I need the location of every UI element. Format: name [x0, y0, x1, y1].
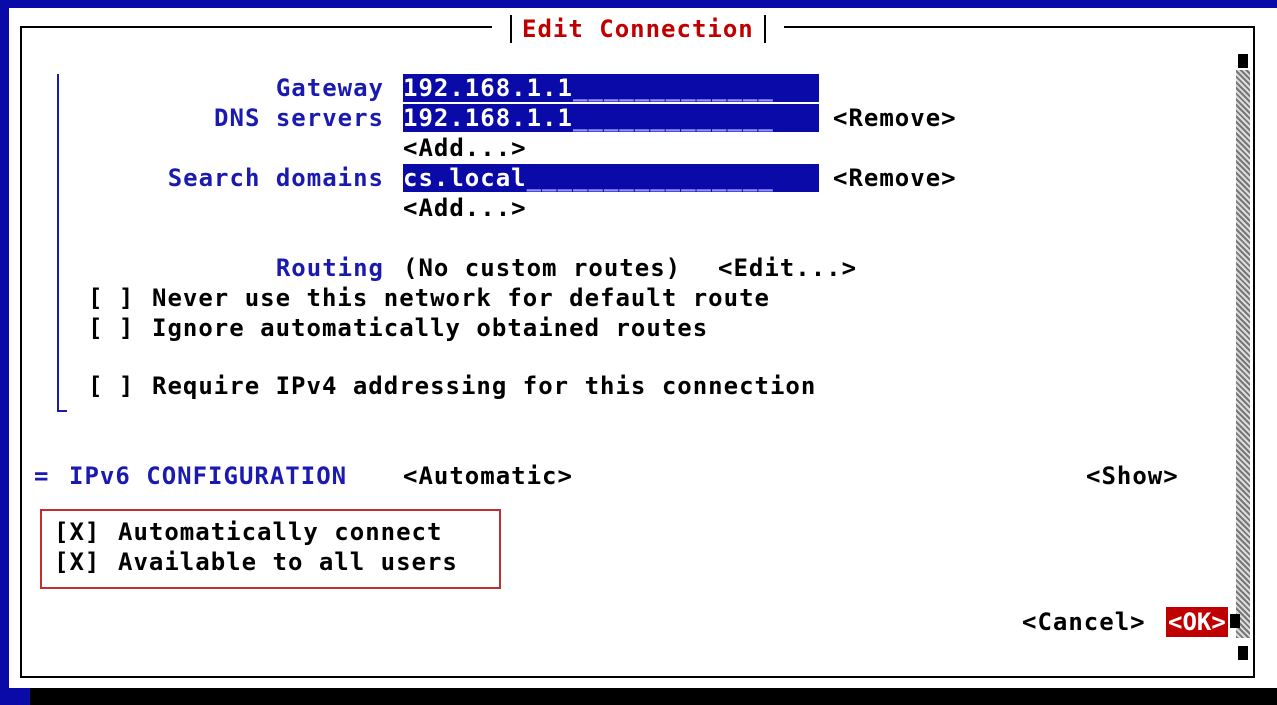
background-left — [0, 0, 9, 705]
never-default-route-box: [ ] — [88, 284, 135, 312]
ok-button[interactable]: <OK> — [1166, 607, 1228, 637]
ipv6-collapse-marker[interactable]: = — [34, 461, 49, 491]
auto-connect-label: Automatically connect — [118, 518, 443, 546]
ipv4-section-bracket-foot — [57, 410, 67, 412]
never-default-route-label: Never use this network for default route — [152, 284, 770, 312]
ipv6-show-button[interactable]: <Show> — [1086, 461, 1179, 491]
vertical-scrollbar[interactable] — [1236, 70, 1250, 638]
dialog-shadow — [30, 688, 1277, 705]
dns-server-fill: _____________ — [572, 104, 774, 132]
search-domain-value: cs.local — [403, 164, 527, 192]
search-domain-fill: ________________ — [526, 164, 774, 192]
ignore-auto-routes-box: [ ] — [88, 314, 135, 342]
ipv4-section-bracket — [57, 74, 59, 412]
search-domains-label: Search domains — [167, 164, 384, 192]
title-right-bracket — [763, 15, 766, 43]
scrollbar-end-marker — [1238, 646, 1248, 660]
ok-button-cursor — [1230, 614, 1240, 628]
background-top — [0, 0, 1277, 8]
ignore-auto-routes-label: Ignore automatically obtained routes — [152, 314, 709, 342]
routing-edit-button[interactable]: <Edit...> — [718, 253, 857, 283]
routing-value: (No custom routes) — [403, 254, 682, 282]
terminal-screen: Edit Connection Gateway 192.168.1.1_____… — [0, 0, 1277, 705]
scrollbar-thumb[interactable] — [1238, 54, 1248, 68]
gateway-value: 192.168.1.1 — [403, 74, 573, 102]
all-users-box: [X] — [54, 548, 101, 576]
search-add-button[interactable]: <Add...> — [403, 193, 527, 223]
auto-connect-box: [X] — [54, 518, 101, 546]
dialog-title: Edit Connection — [522, 15, 754, 43]
search-remove-button[interactable]: <Remove> — [833, 163, 957, 193]
dns-server-value: 192.168.1.1 — [403, 104, 573, 132]
all-users-label: Available to all users — [118, 548, 458, 576]
title-left-bracket — [510, 15, 512, 43]
search-domain-input[interactable]: cs.local________________ — [403, 164, 819, 192]
dns-servers-label: DNS servers — [214, 104, 384, 132]
require-ipv4-box: [ ] — [88, 372, 135, 400]
routing-label: Routing — [275, 254, 384, 282]
cancel-button[interactable]: <Cancel> — [1022, 607, 1146, 637]
ipv6-mode-select[interactable]: <Automatic> — [403, 461, 573, 491]
dns-add-button[interactable]: <Add...> — [403, 133, 527, 163]
dns-remove-button[interactable]: <Remove> — [833, 103, 957, 133]
dns-server-input[interactable]: 192.168.1.1_____________ — [403, 104, 819, 132]
dialog-title-wrap: Edit Connection — [492, 14, 784, 44]
require-ipv4-label: Require IPv4 addressing for this connect… — [152, 372, 817, 400]
gateway-label: Gateway — [275, 74, 384, 102]
ipv6-section-label: IPv6 CONFIGURATION — [69, 462, 348, 490]
gateway-fill: _____________ — [572, 74, 774, 102]
gateway-input[interactable]: 192.168.1.1_____________ — [403, 74, 819, 102]
